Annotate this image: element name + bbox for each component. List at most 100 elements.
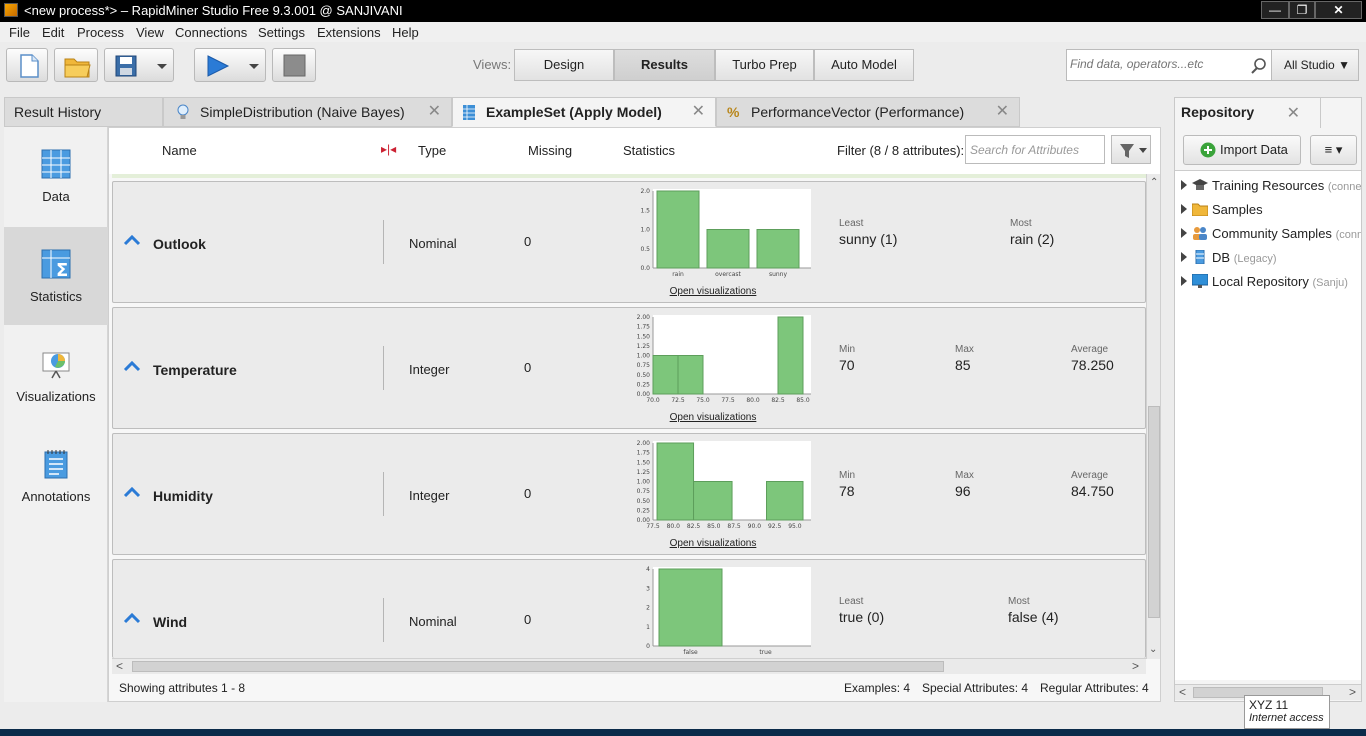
attribute-filter-input[interactable]: Search for Attributes	[965, 135, 1105, 164]
close-tab-icon[interactable]: ✕	[692, 98, 705, 126]
nav-statistics[interactable]: Σ Statistics	[4, 227, 108, 325]
stat-value: sunny (1)	[839, 231, 898, 247]
menu-help[interactable]: Help	[392, 25, 419, 40]
expand-arrow-icon[interactable]	[1181, 204, 1187, 214]
chevron-up-icon[interactable]	[123, 360, 141, 372]
attribute-row-outlook[interactable]: Outlook Nominal 0 0.0 0.5 1.0 1.5 2.0 rain ove…	[112, 181, 1146, 303]
chevron-up-icon[interactable]	[123, 612, 141, 624]
nav-visualizations[interactable]: Visualizations	[4, 327, 108, 425]
close-tab-icon[interactable]: ✕	[428, 98, 441, 126]
search-scope-label: All Studio	[1284, 58, 1335, 72]
view-tab-design[interactable]: Design	[514, 49, 614, 81]
scroll-down-icon[interactable]: ⌄	[1149, 644, 1157, 655]
tab-simple-distribution[interactable]: SimpleDistribution (Naive Bayes) ✕	[163, 97, 452, 127]
histogram-humidity: 0.000.250.500.751.001.251.501.752.0077.5…	[637, 440, 811, 530]
x-tick-label: rain	[672, 271, 684, 278]
graduation-cap-icon	[1192, 179, 1208, 190]
open-visualizations-link[interactable]: Open visualizations	[613, 538, 813, 549]
attribute-row-temperature[interactable]: Temperature Integer 0 0.00 0.25 0.50 0.75 1.…	[112, 307, 1146, 429]
column-header-name[interactable]: Name	[162, 143, 197, 158]
close-window-button[interactable]: ✕	[1315, 1, 1362, 19]
nav-data[interactable]: Data	[4, 127, 108, 225]
scroll-left-icon[interactable]: <	[1179, 685, 1186, 699]
view-tab-results[interactable]: Results	[614, 49, 715, 81]
repo-item-sub: (connected)	[1327, 181, 1361, 193]
x-tick-label: sunny	[769, 271, 788, 278]
menu-edit[interactable]: Edit	[42, 25, 64, 40]
open-process-button[interactable]	[54, 48, 98, 82]
minimize-button[interactable]: —	[1261, 1, 1289, 19]
repo-item-label: Samples	[1212, 202, 1263, 217]
chevron-up-icon[interactable]	[123, 486, 141, 498]
new-process-button[interactable]	[6, 48, 48, 82]
data-table-icon	[41, 149, 71, 179]
open-visualizations-link[interactable]: Open visualizations	[613, 412, 813, 423]
nav-data-label: Data	[42, 189, 70, 204]
tab-performance-vector[interactable]: % PerformanceVector (Performance) ✕	[716, 97, 1020, 127]
scroll-up-icon[interactable]: ⌃	[1150, 177, 1158, 188]
nav-annotations[interactable]: Annotations	[4, 427, 108, 525]
tab-exampleset[interactable]: ExampleSet (Apply Model) ✕	[452, 97, 716, 127]
column-resize-icon[interactable]: ▸|◂	[381, 142, 396, 156]
scroll-left-icon[interactable]: <	[116, 659, 123, 673]
expand-arrow-icon[interactable]	[1181, 276, 1187, 286]
close-tab-icon[interactable]: ✕	[996, 98, 1009, 126]
attribute-type: Integer	[409, 362, 450, 377]
horizontal-scroll-thumb[interactable]	[132, 661, 944, 672]
global-search-input[interactable]	[1070, 57, 1240, 71]
x-tick-label: 75.0	[696, 397, 710, 404]
view-tab-turbo-prep[interactable]: Turbo Prep	[715, 49, 814, 81]
y-tick-label: 1.0	[640, 227, 650, 234]
stat-value: true (0)	[839, 609, 885, 625]
scroll-right-icon[interactable]: >	[1349, 685, 1356, 699]
menu-process[interactable]: Process	[77, 25, 124, 40]
open-visualizations-link[interactable]: Open visualizations	[613, 286, 813, 297]
attribute-row-humidity[interactable]: Humidity Integer 0 0.00 0.25 0.50 0.75 1.00 1…	[112, 433, 1146, 555]
expand-arrow-icon[interactable]	[1181, 252, 1187, 262]
maximize-button[interactable]: ❐	[1289, 1, 1315, 19]
expand-arrow-icon[interactable]	[1181, 180, 1187, 190]
repo-item-community-samples[interactable]: Community Samples (connected)	[1175, 223, 1361, 245]
menu-file[interactable]: File	[9, 25, 30, 40]
vertical-scroll-thumb[interactable]	[1148, 406, 1160, 618]
column-header-missing[interactable]: Missing	[528, 143, 572, 158]
repo-item-training-resources[interactable]: Training Resources (connected)	[1175, 175, 1361, 197]
stat-max: Max 96	[955, 470, 974, 499]
column-header-type[interactable]: Type	[418, 143, 446, 158]
stat-label: Most	[1010, 218, 1032, 229]
menu-extensions[interactable]: Extensions	[317, 25, 381, 40]
attribute-type: Nominal	[409, 614, 457, 629]
repo-item-db[interactable]: DB (Legacy)	[1175, 247, 1361, 269]
y-tick-label: 0.5	[640, 246, 650, 253]
import-data-button[interactable]: Import Data	[1183, 135, 1301, 165]
tab-label: SimpleDistribution (Naive Bayes)	[200, 104, 405, 120]
chevron-up-icon[interactable]	[123, 234, 141, 246]
repo-item-local-repository[interactable]: Local Repository (Sanju)	[1175, 271, 1361, 293]
search-scope-dropdown[interactable]: All Studio ▼	[1271, 49, 1359, 81]
new-file-icon	[20, 54, 39, 78]
tooltip-line-2: Internet access	[1249, 712, 1324, 724]
attribute-row-wind[interactable]: Wind Nominal 0 0 1 2 3 4 false true Least true …	[112, 559, 1146, 658]
view-tab-auto-model[interactable]: Auto Model	[814, 49, 914, 81]
menu-view[interactable]: View	[136, 25, 164, 40]
filter-dropdown-button[interactable]	[1111, 135, 1151, 164]
repo-item-samples[interactable]: Samples	[1175, 199, 1361, 221]
menu-settings[interactable]: Settings	[258, 25, 305, 40]
y-tick-label: 1.00	[637, 479, 651, 486]
save-process-button[interactable]	[104, 48, 174, 82]
horizontal-scrollbar[interactable]: < >	[112, 658, 1146, 674]
repository-menu-button[interactable]: ≡ ▾	[1310, 135, 1357, 165]
folder-open-icon	[64, 58, 91, 78]
tab-result-history[interactable]: Result History	[4, 97, 163, 127]
x-tick-label: 95.0	[788, 523, 802, 530]
expand-arrow-icon[interactable]	[1181, 228, 1187, 238]
search-icon[interactable]	[1250, 57, 1268, 75]
column-header-statistics[interactable]: Statistics	[623, 143, 675, 158]
menu-connections[interactable]: Connections	[175, 25, 247, 40]
close-panel-icon[interactable]: ✕	[1287, 103, 1300, 123]
run-process-button[interactable]	[194, 48, 266, 82]
vertical-scrollbar[interactable]: ⌃ ⌄	[1146, 174, 1160, 659]
scroll-right-icon[interactable]: >	[1132, 659, 1139, 673]
histogram-bar	[706, 229, 750, 269]
stop-process-button[interactable]	[272, 48, 316, 82]
